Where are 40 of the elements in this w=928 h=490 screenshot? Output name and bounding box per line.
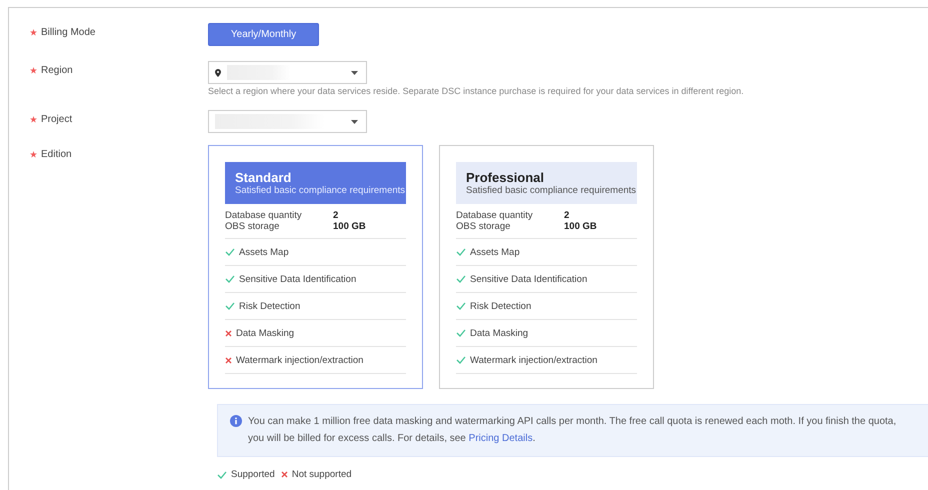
edition-title: Professional bbox=[466, 170, 546, 185]
spec-value: 2 bbox=[564, 210, 570, 221]
spec-label: Database quantity bbox=[456, 210, 534, 221]
edition-subtitle: Satisfied basic compliance requirements bbox=[466, 185, 637, 196]
billing-mode-button[interactable]: Yearly/Monthly bbox=[208, 23, 319, 46]
spec-value: 100 GB bbox=[564, 221, 598, 232]
legend-label: Supported bbox=[231, 469, 275, 480]
feature-label: Risk Detection bbox=[239, 300, 300, 312]
region-hint: Select a region where your data services reside. Separate DSC instance purchase is required for your data services in different region. bbox=[208, 86, 744, 96]
feature-label: Data Masking bbox=[470, 328, 528, 338]
field-label: Region bbox=[41, 65, 73, 77]
spec-label: Database quantity bbox=[225, 210, 303, 221]
spec-value: 100 GB bbox=[333, 221, 367, 232]
edition-title: Standard bbox=[235, 170, 292, 185]
feature-label: Risk Detection bbox=[470, 300, 532, 312]
caret-icon bbox=[351, 120, 358, 124]
feature-label: Data Masking bbox=[236, 328, 294, 338]
legend-label: Not supported bbox=[292, 469, 352, 480]
feature-label: Sensitive Data Identification bbox=[470, 274, 588, 284]
pricing-link[interactable]: Pricing Details bbox=[468, 433, 533, 444]
edition-card[interactable]: Standard Satisfied basic compliance requirements Database quantity 2 OBS storage 100 GB Assets Map Sensitive Data Identification Risk Detection Data Masking Watermark injection/extraction bbox=[208, 145, 423, 389]
spec-label: OBS storage bbox=[225, 221, 280, 232]
spec-value: 2 bbox=[333, 210, 340, 221]
feature-label: Assets Map bbox=[239, 246, 289, 258]
edition-card[interactable]: Professional Satisfied basic compliance requirements Database quantity 2 OBS storage 100 GB Assets Map Sensitive Data Identification Risk Detection Data Masking Watermark injection/extraction bbox=[439, 145, 654, 389]
project-select[interactable] bbox=[208, 110, 367, 133]
info-icon bbox=[230, 415, 242, 427]
feature-label: Watermark injection/extraction bbox=[236, 354, 364, 366]
field-label: Billing Mode bbox=[41, 27, 96, 39]
info-text: You can make 1 million free data masking and watermarking API calls per month. The free call quota is renewed each moth. If you finish the quota, you will be billed for excess calls. For details, see Pricing Details. bbox=[248, 415, 898, 446]
field-label: Project bbox=[41, 114, 72, 126]
spec-label: OBS storage bbox=[456, 221, 512, 232]
caret-icon bbox=[351, 70, 358, 74]
feature-label: Watermark injection/extraction bbox=[470, 354, 598, 366]
region-select[interactable] bbox=[208, 61, 367, 84]
location-pin-icon bbox=[215, 68, 221, 76]
feature-label: Sensitive Data Identification bbox=[239, 274, 356, 284]
feature-label: Assets Map bbox=[470, 246, 520, 258]
edition-subtitle: Satisfied basic compliance requirements bbox=[235, 185, 406, 196]
field-label: Edition bbox=[41, 149, 72, 161]
